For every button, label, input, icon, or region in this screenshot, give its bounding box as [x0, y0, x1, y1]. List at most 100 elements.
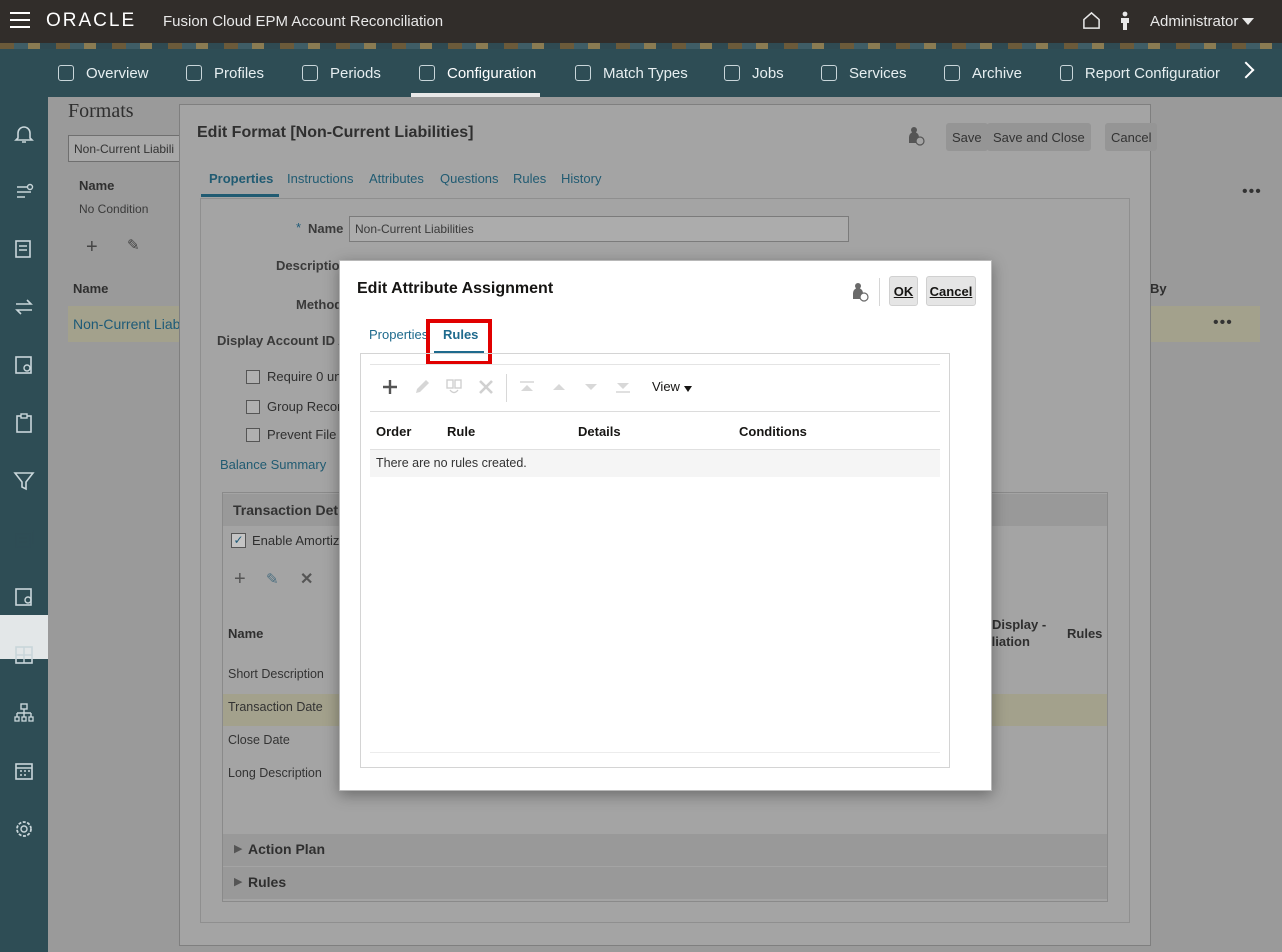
- tab-instructions[interactable]: Instructions: [287, 171, 353, 186]
- match-types-icon: [575, 65, 591, 81]
- nav-services[interactable]: Services: [821, 49, 907, 97]
- tab-properties[interactable]: Properties: [369, 327, 428, 342]
- tasks-icon[interactable]: [13, 181, 35, 203]
- chevron-right-icon[interactable]: ▶: [234, 875, 242, 888]
- nav-jobs[interactable]: Jobs: [724, 49, 784, 97]
- edit-attribute-icon[interactable]: ✎: [266, 570, 279, 588]
- save-and-close-button[interactable]: Save and Close: [987, 123, 1091, 151]
- delete-icon[interactable]: [477, 378, 495, 396]
- nav-overview[interactable]: Overview: [58, 49, 149, 97]
- bell-icon[interactable]: [13, 123, 35, 145]
- chevron-right-icon[interactable]: [1237, 61, 1255, 79]
- tab-attributes[interactable]: Attributes: [369, 171, 424, 186]
- duplicate-icon[interactable]: [445, 378, 463, 396]
- tab-rules[interactable]: Rules: [513, 171, 546, 186]
- add-icon[interactable]: [381, 378, 399, 396]
- required-marker: *: [296, 220, 302, 235]
- toolbar-top-border: [370, 364, 940, 365]
- archive-icon: [944, 65, 960, 81]
- delete-attribute-icon[interactable]: ✕: [300, 569, 313, 589]
- table-row[interactable]: Short Description: [228, 667, 324, 681]
- filter-icon[interactable]: [13, 470, 35, 492]
- transfer-icon[interactable]: [13, 296, 35, 318]
- chevron-down-icon[interactable]: [684, 386, 692, 392]
- menu-icon[interactable]: [10, 12, 30, 30]
- help-icon[interactable]: [907, 125, 925, 147]
- rules-section[interactable]: [223, 867, 1107, 899]
- attributes-display-header: Display -: [992, 617, 1047, 632]
- column-header-rule[interactable]: Rule: [447, 424, 475, 439]
- table-row[interactable]: Close Date: [228, 733, 290, 747]
- chevron-right-icon[interactable]: ▶: [234, 842, 242, 855]
- move-down-icon[interactable]: [582, 378, 600, 396]
- home-icon[interactable]: [1082, 11, 1101, 30]
- profiles-icon: [186, 65, 202, 81]
- transaction-section-title: Transaction Det: [233, 502, 338, 518]
- nav-archive[interactable]: Archive: [944, 49, 1022, 97]
- clipboard-icon[interactable]: [13, 412, 35, 434]
- nav-match-types[interactable]: Match Types: [575, 49, 688, 97]
- report-configuration-icon: [1060, 65, 1073, 81]
- hierarchy-icon[interactable]: [13, 702, 35, 724]
- prevent-checkbox[interactable]: [246, 428, 260, 442]
- formats-icon[interactable]: [13, 528, 35, 550]
- help-icon[interactable]: [851, 281, 869, 303]
- edit-icon[interactable]: [413, 378, 431, 396]
- name-label: Name: [308, 221, 344, 236]
- list-row-name-link[interactable]: Non-Current Liab: [73, 316, 180, 332]
- column-header-conditions[interactable]: Conditions: [739, 424, 807, 439]
- format-search-input[interactable]: Non-Current Liabili: [68, 135, 183, 162]
- accessibility-icon[interactable]: [1117, 11, 1133, 31]
- calendar-icon[interactable]: [13, 760, 35, 782]
- group-label: Group Recon: [267, 399, 339, 414]
- rules-panel: View Order Rule Details Conditions There…: [360, 353, 950, 768]
- calculator-icon[interactable]: [13, 644, 35, 666]
- row-more-icon[interactable]: •••: [1213, 314, 1233, 332]
- monitor-icon[interactable]: [13, 586, 35, 608]
- filter-name-header: Name: [79, 178, 115, 193]
- enable-amortization-checkbox[interactable]: ✓: [231, 533, 246, 548]
- more-actions-icon[interactable]: •••: [1242, 183, 1262, 201]
- nav-periods[interactable]: Periods: [302, 49, 381, 97]
- move-up-icon[interactable]: [550, 378, 568, 396]
- view-menu[interactable]: View: [652, 379, 680, 394]
- nav-report-configuration[interactable]: Report Configuratior: [1060, 49, 1220, 97]
- gear-icon[interactable]: [13, 818, 35, 840]
- save-button[interactable]: Save: [946, 123, 988, 151]
- group-checkbox[interactable]: [246, 400, 260, 414]
- dialog-title: Edit Attribute Assignment: [357, 280, 554, 297]
- list-name-header: Name: [73, 281, 109, 296]
- edit-icon[interactable]: ✎: [127, 236, 140, 254]
- cancel-button[interactable]: Cancel: [1105, 123, 1158, 151]
- nav-profiles[interactable]: Profiles: [186, 49, 264, 97]
- prevent-label: Prevent File U: [267, 427, 339, 442]
- name-field[interactable]: Non-Current Liabilities: [349, 216, 849, 242]
- column-header-order[interactable]: Order: [376, 424, 411, 439]
- table-row[interactable]: Transaction Date: [228, 700, 323, 714]
- tab-questions[interactable]: Questions: [440, 171, 499, 186]
- move-to-bottom-icon[interactable]: [614, 378, 632, 396]
- tab-history[interactable]: History: [561, 171, 601, 186]
- chevron-down-icon[interactable]: [1242, 18, 1254, 25]
- action-plan-section[interactable]: [223, 834, 1107, 866]
- cancel-button[interactable]: Cancel: [926, 276, 976, 306]
- tab-properties[interactable]: Properties: [209, 171, 273, 186]
- column-header-details[interactable]: Details: [578, 424, 621, 439]
- table-row[interactable]: Long Description: [228, 766, 322, 780]
- attributes-name-header: Name: [228, 626, 264, 641]
- add-attribute-icon[interactable]: +: [234, 568, 246, 591]
- move-to-top-icon[interactable]: [518, 378, 536, 396]
- empty-state-message: There are no rules created.: [376, 456, 527, 470]
- reconciliation-list-icon[interactable]: [13, 238, 35, 260]
- nav-configuration[interactable]: Configuration: [410, 49, 541, 97]
- reports-icon[interactable]: [13, 354, 35, 376]
- subtab-balance-summary[interactable]: Balance Summary: [220, 457, 326, 472]
- configuration-icon: [419, 65, 435, 81]
- jobs-icon: [724, 65, 740, 81]
- empty-state-row: There are no rules created.: [370, 450, 940, 477]
- page-title: Formats: [68, 100, 134, 122]
- ok-button[interactable]: OK: [889, 276, 918, 306]
- add-icon[interactable]: +: [86, 236, 98, 259]
- require-checkbox[interactable]: [246, 370, 260, 384]
- user-menu[interactable]: Administrator: [1150, 13, 1238, 30]
